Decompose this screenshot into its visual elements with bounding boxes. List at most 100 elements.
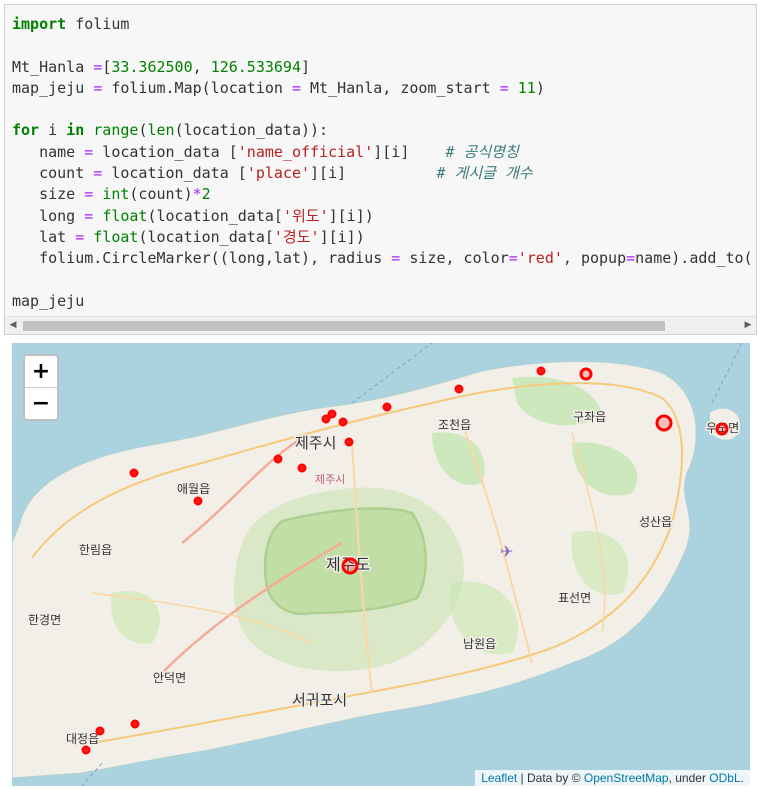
label-andeok: 안덕면: [153, 671, 186, 685]
code-token: count: [12, 164, 94, 183]
code-token: =: [499, 78, 509, 97]
code-token: i: [39, 121, 67, 140]
circle-marker[interactable]: [655, 414, 673, 432]
airport-icon: ✈: [500, 542, 513, 561]
code-token: =: [626, 249, 636, 268]
leaflet-link[interactable]: Leaflet: [481, 771, 517, 785]
code-token: '경도': [273, 227, 320, 246]
ferry-route: [711, 343, 743, 404]
code-token: location_data [: [102, 164, 247, 183]
circle-marker[interactable]: [344, 437, 354, 447]
zoom-in-button[interactable]: +: [25, 356, 57, 388]
circle-marker[interactable]: [130, 719, 140, 729]
code-token: in: [66, 121, 85, 140]
circle-marker[interactable]: [95, 726, 105, 736]
circle-marker[interactable]: [193, 496, 203, 506]
circle-marker[interactable]: [715, 422, 729, 436]
circle-marker[interactable]: [297, 463, 307, 473]
code-token: *: [192, 185, 202, 204]
code-cell[interactable]: import folium Mt_Hanla =[33.362500, 126.…: [4, 4, 757, 335]
circle-marker[interactable]: [129, 468, 139, 478]
code-token: =: [93, 164, 103, 183]
label-aewol: 애월읍: [177, 482, 210, 496]
code-line: folium.CircleMarker((long,lat), radius =…: [12, 248, 753, 269]
code-token: =: [84, 142, 94, 161]
circle-marker[interactable]: [536, 366, 546, 376]
horizontal-scrollbar[interactable]: ◀ ▶: [5, 316, 756, 334]
odbl-link[interactable]: ODbL: [709, 771, 740, 785]
circle-marker[interactable]: [579, 367, 593, 381]
code-line: size = int(count)*2: [12, 184, 753, 205]
scroll-right-icon[interactable]: ▶: [740, 317, 756, 334]
code-line: name = location_data ['name_official'][i…: [12, 142, 753, 163]
code-token: ,: [192, 57, 211, 76]
code-token: map_jeju: [12, 291, 85, 310]
code-token: ): [535, 78, 545, 97]
code-token: name).add_to(: [635, 249, 753, 268]
label-gujwa: 구좌읍: [573, 410, 606, 424]
code-token: =: [93, 78, 103, 97]
code-line: count = location_data ['place'][i] # 게시글…: [12, 163, 753, 184]
code-token: [: [102, 57, 112, 76]
circle-marker[interactable]: [81, 745, 91, 755]
circle-marker[interactable]: [273, 454, 283, 464]
code-token: Mt_Hanla: [12, 57, 94, 76]
code-token: =: [508, 249, 518, 268]
code-token: =: [75, 227, 85, 246]
osm-link[interactable]: OpenStreetMap: [584, 771, 669, 785]
code-token: 'place': [246, 164, 311, 183]
code-line: long = float(location_data['위도'][i]): [12, 206, 753, 227]
code-token: (count): [129, 185, 193, 204]
zoom-control[interactable]: + −: [23, 354, 59, 421]
code-line: import folium: [12, 14, 753, 35]
label-jocheon: 조천읍: [438, 417, 471, 432]
code-token: size, color: [400, 249, 509, 268]
leaflet-map[interactable]: ✈ 제주시 제주시 조천읍 구좌읍 우도면 애월읍 한림읍 한경면 제주도 성산…: [12, 343, 750, 786]
map-tiles: ✈ 제주시 제주시 조천읍 구좌읍 우도면 애월읍 한림읍 한경면 제주도 성산…: [12, 343, 743, 786]
code-token: =: [391, 249, 401, 268]
code-token: =: [93, 57, 103, 76]
code-token: (location_data)):: [174, 121, 329, 140]
code-token: (location_data[: [147, 206, 283, 225]
scrollbar-thumb[interactable]: [23, 321, 665, 331]
circle-marker[interactable]: [341, 557, 359, 575]
circle-marker[interactable]: [382, 402, 392, 412]
code-token: # 공식명칭: [445, 142, 519, 161]
code-line: Mt_Hanla =[33.362500, 126.533694]: [12, 57, 753, 78]
circle-marker[interactable]: [454, 384, 464, 394]
code-line: map_jeju: [12, 291, 753, 312]
code-token: location_data [: [93, 142, 238, 161]
code-token: =: [84, 206, 94, 225]
circle-marker[interactable]: [338, 417, 348, 427]
code-token: Mt_Hanla, zoom_start: [301, 78, 500, 97]
attribution-text: , under: [668, 771, 710, 785]
label-jeju-city: 제주시: [295, 434, 336, 452]
code-token: ]: [301, 57, 311, 76]
circle-marker[interactable]: [321, 414, 331, 424]
label-pyoseon: 표선면: [558, 591, 591, 605]
code-token: (location_data[: [138, 227, 274, 246]
code-editor[interactable]: import folium Mt_Hanla =[33.362500, 126.…: [12, 14, 753, 312]
code-token: 33.362500: [111, 57, 193, 76]
scroll-left-icon[interactable]: ◀: [5, 317, 21, 334]
code-token: ][i]): [319, 227, 365, 246]
code-token: ][i]: [373, 142, 446, 161]
code-line: for i in range(len(location_data)):: [12, 120, 753, 141]
code-token: folium.CircleMarker((long,lat), radius: [12, 249, 392, 268]
code-token: =: [291, 78, 301, 97]
code-token: range: [93, 121, 139, 140]
label-daejeong: 대정읍: [66, 732, 99, 746]
code-token: folium: [66, 15, 130, 33]
code-token: 126.533694: [210, 57, 301, 76]
code-token: ][i]: [310, 164, 437, 183]
zoom-out-button[interactable]: −: [25, 388, 57, 419]
code-token: # 게시글 개수: [436, 164, 533, 183]
